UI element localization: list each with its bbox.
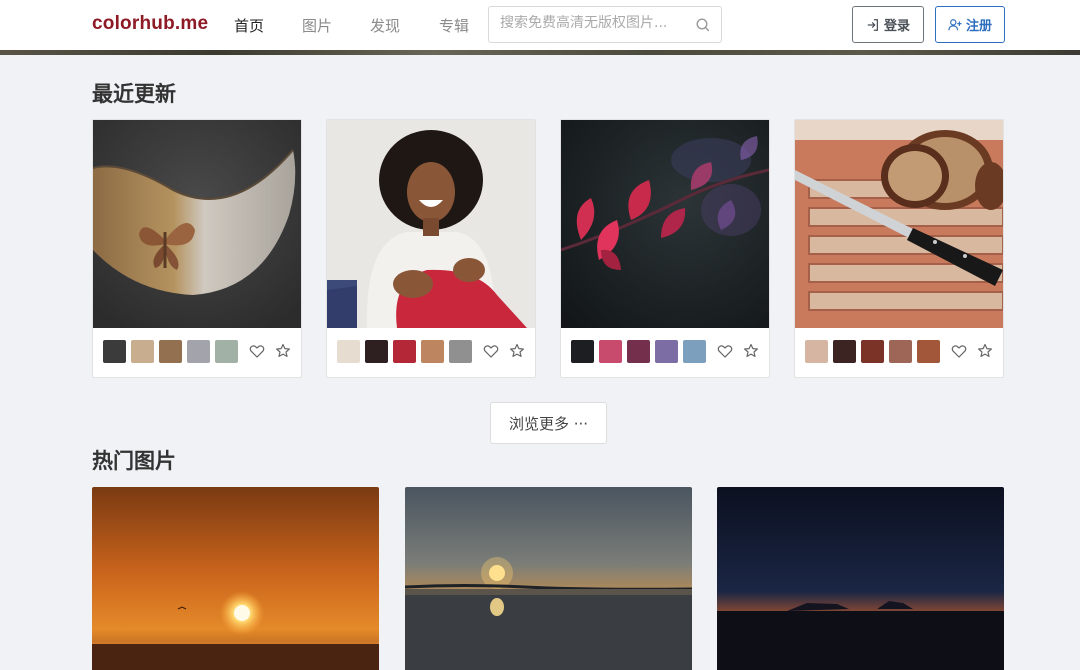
sunset-lake-reflection-photo[interactable] bbox=[405, 487, 692, 670]
bread-knife-photo[interactable] bbox=[795, 120, 1003, 328]
laughing-woman-photo[interactable] bbox=[327, 120, 535, 328]
color-swatches bbox=[337, 340, 472, 363]
heart-icon[interactable] bbox=[249, 343, 265, 359]
login-button[interactable]: 登录 bbox=[852, 6, 924, 43]
section-title-recent: 最近更新 bbox=[92, 82, 176, 106]
color-swatch[interactable] bbox=[103, 340, 126, 363]
register-button[interactable]: 注册 bbox=[935, 6, 1005, 43]
search-box bbox=[488, 6, 722, 43]
login-icon bbox=[867, 18, 878, 31]
color-swatch[interactable] bbox=[861, 340, 884, 363]
top-navbar: colorhub.me 首页 图片 发现 专辑 登录 注册 bbox=[0, 0, 1080, 50]
image-card bbox=[92, 119, 302, 378]
orange-sunset-sea-photo[interactable] bbox=[92, 487, 379, 670]
heart-icon[interactable] bbox=[717, 343, 733, 359]
color-swatch[interactable] bbox=[683, 340, 706, 363]
header-banner-strip bbox=[0, 50, 1080, 55]
heart-icon[interactable] bbox=[951, 343, 967, 359]
star-icon[interactable] bbox=[743, 343, 759, 359]
image-card bbox=[326, 119, 536, 378]
color-swatch[interactable] bbox=[393, 340, 416, 363]
nav-images[interactable]: 图片 bbox=[302, 15, 332, 36]
image-card bbox=[794, 119, 1004, 378]
star-icon[interactable] bbox=[509, 343, 525, 359]
color-swatch[interactable] bbox=[889, 340, 912, 363]
color-swatches bbox=[571, 340, 706, 363]
color-swatch[interactable] bbox=[421, 340, 444, 363]
image-card bbox=[560, 119, 770, 378]
section-title-popular: 热门图片 bbox=[92, 449, 176, 473]
add-user-icon bbox=[948, 18, 962, 30]
star-icon[interactable] bbox=[275, 343, 291, 359]
color-swatch[interactable] bbox=[159, 340, 182, 363]
color-swatch[interactable] bbox=[627, 340, 650, 363]
dusk-horizon-photo[interactable] bbox=[717, 487, 1004, 670]
color-swatch[interactable] bbox=[805, 340, 828, 363]
nav-albums[interactable]: 专辑 bbox=[439, 15, 469, 36]
color-swatch[interactable] bbox=[571, 340, 594, 363]
nav-home[interactable]: 首页 bbox=[234, 15, 264, 36]
color-swatch[interactable] bbox=[655, 340, 678, 363]
color-swatch[interactable] bbox=[337, 340, 360, 363]
butterfly-pendant-photo[interactable] bbox=[93, 120, 301, 328]
nav-discover[interactable]: 发现 bbox=[370, 15, 400, 36]
search-input[interactable] bbox=[500, 15, 680, 31]
color-swatch[interactable] bbox=[215, 340, 238, 363]
site-logo[interactable]: colorhub.me bbox=[92, 13, 208, 35]
color-swatch[interactable] bbox=[131, 340, 154, 363]
color-swatch[interactable] bbox=[599, 340, 622, 363]
color-swatch[interactable] bbox=[833, 340, 856, 363]
heart-icon[interactable] bbox=[483, 343, 499, 359]
red-leaves-photo[interactable] bbox=[561, 120, 769, 328]
color-swatches bbox=[805, 340, 940, 363]
color-swatches bbox=[103, 340, 238, 363]
browse-more-button[interactable]: 浏览更多 ··· bbox=[490, 402, 607, 444]
star-icon[interactable] bbox=[977, 343, 993, 359]
color-swatch[interactable] bbox=[365, 340, 388, 363]
color-swatch[interactable] bbox=[187, 340, 210, 363]
login-label: 登录 bbox=[883, 19, 910, 34]
color-swatch[interactable] bbox=[917, 340, 940, 363]
register-label: 注册 bbox=[965, 19, 992, 34]
search-icon[interactable] bbox=[695, 17, 711, 33]
color-swatch[interactable] bbox=[449, 340, 472, 363]
